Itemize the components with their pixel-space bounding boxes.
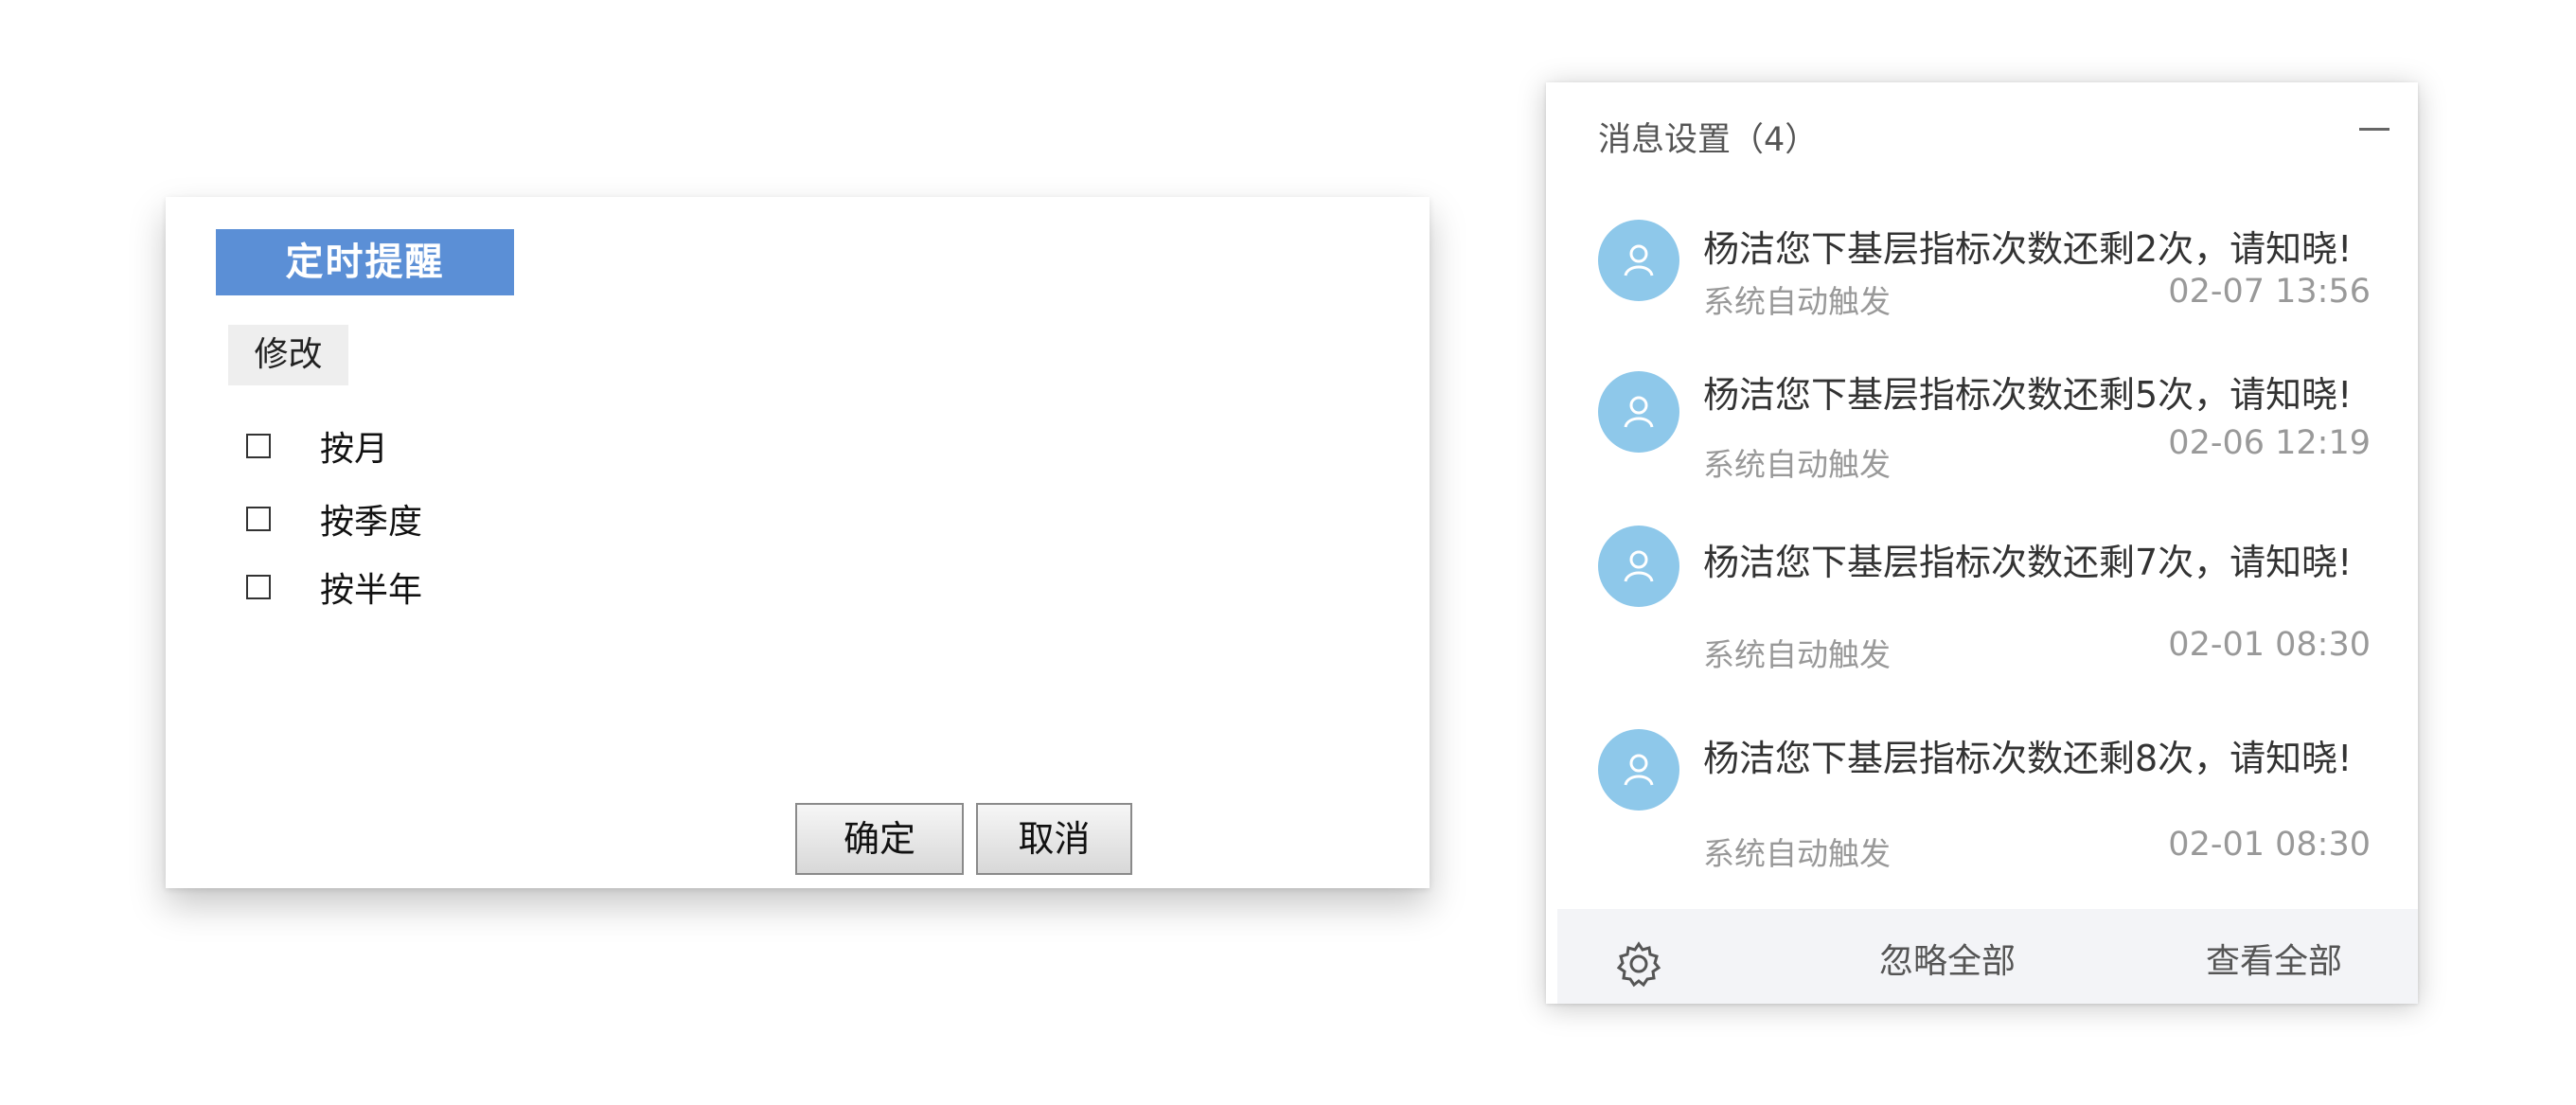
message-source: 系统自动触发 xyxy=(1703,283,1891,320)
message-time: 02-01 08:30 xyxy=(2168,626,2371,664)
panel-footer: 忽略全部 查看全部 xyxy=(1557,909,2418,1004)
dialog-title: 定时提醒 xyxy=(216,229,514,295)
message-source: 系统自动触发 xyxy=(1703,835,1891,872)
option-half-year[interactable]: 按半年 xyxy=(246,563,422,611)
message-text: 杨洁您下基层指标次数还剩2次，请知晓! xyxy=(1703,228,2353,270)
minus-icon[interactable] xyxy=(2359,128,2389,131)
message-text: 杨洁您下基层指标次数还剩5次，请知晓! xyxy=(1703,374,2353,416)
message-text: 杨洁您下基层指标次数还剩7次，请知晓! xyxy=(1703,542,2353,583)
option-monthly[interactable]: 按月 xyxy=(246,422,388,470)
checkbox-monthly[interactable] xyxy=(246,434,271,458)
tab-edit[interactable]: 修改 xyxy=(228,325,348,385)
user-avatar-icon xyxy=(1598,220,1679,301)
message-time: 02-07 13:56 xyxy=(2168,273,2371,311)
message-panel: 消息设置（4） 杨洁您下基层指标次数还剩2次，请知晓! 系统自动触发 02-07… xyxy=(1546,82,2418,1004)
user-avatar-icon xyxy=(1598,526,1679,607)
user-avatar-icon xyxy=(1598,371,1679,453)
gear-icon[interactable] xyxy=(1614,939,1663,989)
option-label: 按月 xyxy=(320,430,389,469)
user-avatar-icon xyxy=(1598,729,1679,811)
option-label: 按季度 xyxy=(320,503,423,542)
view-all-link[interactable]: 查看全部 xyxy=(2206,934,2342,983)
reminder-dialog: 定时提醒 修改 按月 按季度 按半年 确定 取消 xyxy=(166,197,1430,888)
message-time: 02-06 12:19 xyxy=(2168,424,2371,462)
ignore-all-link[interactable]: 忽略全部 xyxy=(1879,934,2016,983)
option-label: 按半年 xyxy=(320,571,423,610)
message-text: 杨洁您下基层指标次数还剩8次，请知晓! xyxy=(1703,738,2353,779)
message-source: 系统自动触发 xyxy=(1703,446,1891,483)
message-time: 02-01 08:30 xyxy=(2168,826,2371,864)
confirm-button[interactable]: 确定 xyxy=(795,803,964,875)
option-quarterly[interactable]: 按季度 xyxy=(246,495,422,543)
cancel-button[interactable]: 取消 xyxy=(976,803,1132,875)
panel-title: 消息设置（4） xyxy=(1598,121,1819,159)
checkbox-quarterly[interactable] xyxy=(246,507,271,531)
checkbox-half-year[interactable] xyxy=(246,575,271,599)
message-source: 系统自动触发 xyxy=(1703,636,1891,673)
